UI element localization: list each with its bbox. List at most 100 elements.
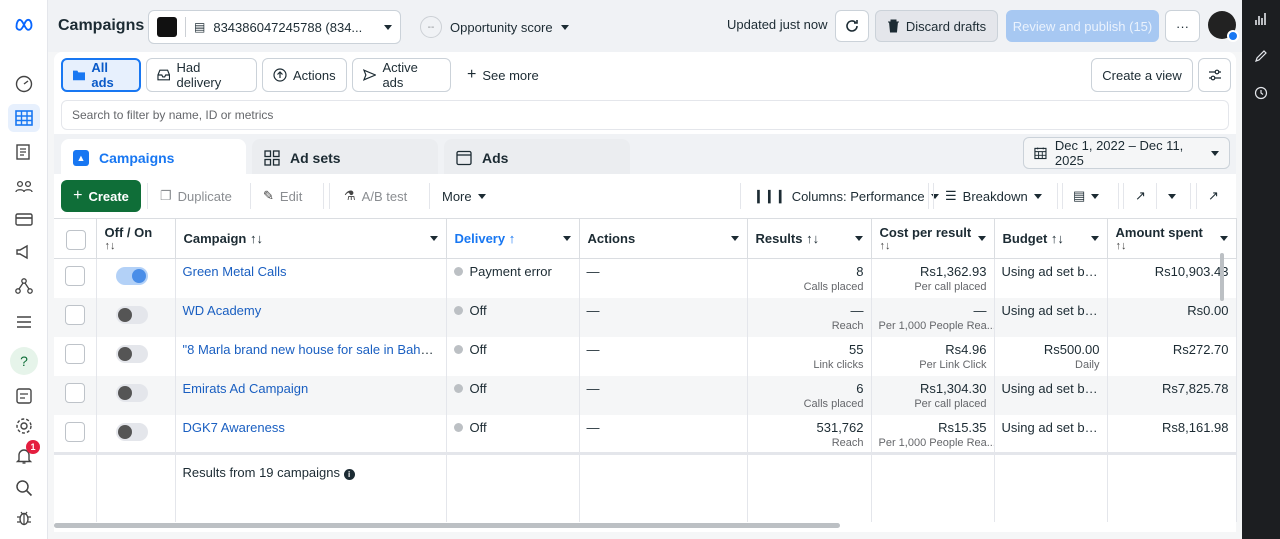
chevron-down-icon[interactable] — [429, 236, 438, 241]
cost-per-result-value: Rs1,362.93 — [920, 264, 987, 279]
history-clock-icon[interactable] — [1252, 84, 1270, 102]
create-button[interactable]: + Create — [61, 180, 141, 212]
table-row[interactable]: Green Metal Calls Payment error — 8 Calls pl… — [54, 258, 1237, 298]
col-actions[interactable]: Actions — [579, 218, 748, 259]
catalog-icon[interactable] — [8, 138, 40, 166]
charts-button[interactable]: ↗ — [1198, 180, 1229, 212]
filter-had-delivery[interactable]: Had delivery — [146, 58, 257, 92]
campaign-toggle[interactable] — [115, 422, 148, 441]
chevron-down-icon[interactable] — [977, 236, 986, 241]
col-amount-spent[interactable]: Amount spent ↑↓ — [1107, 218, 1237, 259]
chevron-down-icon[interactable] — [1219, 236, 1228, 241]
filter-actions[interactable]: Actions — [262, 58, 347, 92]
campaign-toggle[interactable] — [115, 305, 148, 324]
meta-logo-icon[interactable] — [8, 10, 40, 38]
more-label: More — [442, 188, 472, 204]
actions-value: — — [586, 380, 600, 396]
export-button[interactable]: ↗ — [1125, 180, 1156, 212]
opportunity-score-dropdown[interactable]: -- Opportunity score — [420, 16, 569, 38]
table-header-row: Off / On ↑↓ Campaign ↑↓ Delivery ↑ Action… — [54, 218, 1237, 259]
bar-chart-icon[interactable] — [1252, 10, 1270, 28]
tab-ads-label: Ads — [482, 149, 509, 166]
table-row[interactable]: Emirats Ad Campaign Off — 6 Calls placed Rs1,… — [54, 375, 1237, 415]
table-row[interactable]: DGK7 Awareness Off — 531,762 Reach Rs15.35 Per… — [54, 414, 1237, 454]
tab-ad-sets[interactable]: Ad sets — [252, 139, 438, 176]
vertical-scrollbar[interactable] — [1220, 253, 1224, 301]
profile-avatar[interactable] — [1208, 11, 1239, 42]
settings-gear-icon[interactable] — [8, 412, 40, 440]
discard-drafts-button[interactable]: Discard drafts — [875, 10, 998, 42]
results-type: Reach — [831, 436, 864, 449]
chevron-down-icon[interactable] — [562, 236, 571, 241]
campaign-name-link[interactable]: Green Metal Calls — [183, 264, 287, 279]
budget-value: Using ad set bu... — [1001, 302, 1103, 318]
col-off-on[interactable]: Off / On ↑↓ — [96, 218, 176, 259]
chevron-down-icon[interactable] — [854, 236, 863, 241]
edit-button[interactable]: ✎ Edit — [253, 180, 312, 212]
ab-test-button[interactable]: ⚗ A/B test — [334, 180, 417, 212]
campaigns-panel: All ads Had delivery Actions Active ads … — [54, 52, 1237, 532]
bug-report-icon[interactable] — [8, 504, 40, 532]
tab-ad-sets-label: Ad sets — [290, 149, 341, 166]
billing-icon[interactable] — [8, 205, 40, 233]
export-options-dropdown[interactable] — [1158, 180, 1186, 212]
filter-all-ads[interactable]: All ads — [61, 58, 141, 92]
more-dropdown[interactable]: More — [432, 180, 496, 212]
campaign-toggle[interactable] — [115, 383, 148, 402]
search-input[interactable]: Search to filter by name, ID or metrics — [61, 100, 1229, 130]
campaign-toggle[interactable] — [115, 344, 148, 363]
row-checkbox[interactable] — [65, 266, 85, 286]
select-all-checkbox[interactable] — [66, 229, 86, 250]
col-budget[interactable]: Budget ↑↓ — [994, 218, 1108, 259]
tab-campaigns[interactable]: ▲ Campaigns — [61, 139, 246, 176]
row-checkbox[interactable] — [65, 343, 85, 364]
info-icon[interactable]: i — [343, 469, 355, 480]
campaign-name-link[interactable]: WD Academy — [183, 303, 262, 318]
see-more-button[interactable]: + See more — [457, 58, 549, 92]
calendar-icon — [1034, 147, 1047, 160]
events-manager-icon[interactable] — [8, 272, 40, 300]
chevron-down-icon[interactable] — [730, 236, 739, 241]
notifications-bell-icon[interactable]: 1 — [8, 440, 40, 470]
table-toolbar: + Create ❐ Duplicate ✎ Edit ⚗ A/B test M… — [54, 174, 1236, 218]
megaphone-icon[interactable] — [8, 238, 40, 266]
reports-dropdown[interactable]: ▤ — [1063, 180, 1109, 212]
all-tools-menu-icon[interactable] — [8, 308, 40, 336]
col-cost-per-result[interactable]: Cost per result ↑↓ — [871, 218, 995, 259]
business-news-icon[interactable] — [8, 382, 40, 410]
table-row[interactable]: "8 Marla brand new house for sale in Bah… — [54, 336, 1237, 376]
row-checkbox[interactable] — [65, 421, 85, 442]
campaigns-table-icon[interactable] — [8, 104, 40, 132]
campaign-name-link[interactable]: Emirats Ad Campaign — [183, 381, 309, 396]
col-campaign[interactable]: Campaign ↑↓ — [175, 218, 447, 259]
filter-settings-button[interactable] — [1198, 58, 1231, 92]
refresh-button[interactable] — [835, 10, 869, 42]
audiences-icon[interactable] — [8, 172, 40, 200]
ad-account-selector[interactable]: ▤ 834386047245788 (834... — [148, 10, 401, 44]
duplicate-button[interactable]: ❐ Duplicate — [150, 180, 242, 212]
campaign-toggle[interactable] — [115, 267, 148, 285]
create-view-button[interactable]: Create a view — [1091, 58, 1193, 92]
row-checkbox[interactable] — [65, 304, 85, 325]
campaign-name-link[interactable]: "8 Marla brand new house for sale in Bah… — [183, 342, 446, 357]
more-options-button[interactable]: ··· — [1165, 10, 1200, 42]
row-checkbox[interactable] — [65, 382, 85, 403]
review-and-publish-button[interactable]: Review and publish (15) — [1006, 10, 1159, 42]
date-range-picker[interactable]: Dec 1, 2022 – Dec 11, 2025 — [1023, 137, 1230, 169]
chevron-down-icon[interactable] — [1090, 236, 1099, 241]
campaign-name-link[interactable]: DGK7 Awareness — [183, 420, 285, 435]
filter-active-ads[interactable]: Active ads — [352, 58, 451, 92]
horizontal-scrollbar[interactable] — [54, 523, 840, 528]
col-delivery[interactable]: Delivery ↑ — [446, 218, 580, 259]
search-placeholder: Search to filter by name, ID or metrics — [72, 108, 274, 122]
search-icon[interactable] — [8, 474, 40, 502]
help-icon[interactable]: ? — [8, 347, 40, 375]
chevron-down-icon — [1168, 193, 1176, 199]
table-row[interactable]: WD Academy Off — — Reach — Per 1,000 People Re… — [54, 297, 1237, 337]
tab-ads[interactable]: Ads — [444, 139, 630, 176]
breakdown-dropdown[interactable]: ☰ Breakdown — [935, 180, 1052, 212]
columns-dropdown[interactable]: ❙❙❙ Columns: Performance — [743, 180, 949, 212]
dashboard-icon[interactable] — [8, 70, 40, 98]
pencil-icon[interactable] — [1252, 47, 1270, 65]
col-results[interactable]: Results ↑↓ — [747, 218, 872, 259]
